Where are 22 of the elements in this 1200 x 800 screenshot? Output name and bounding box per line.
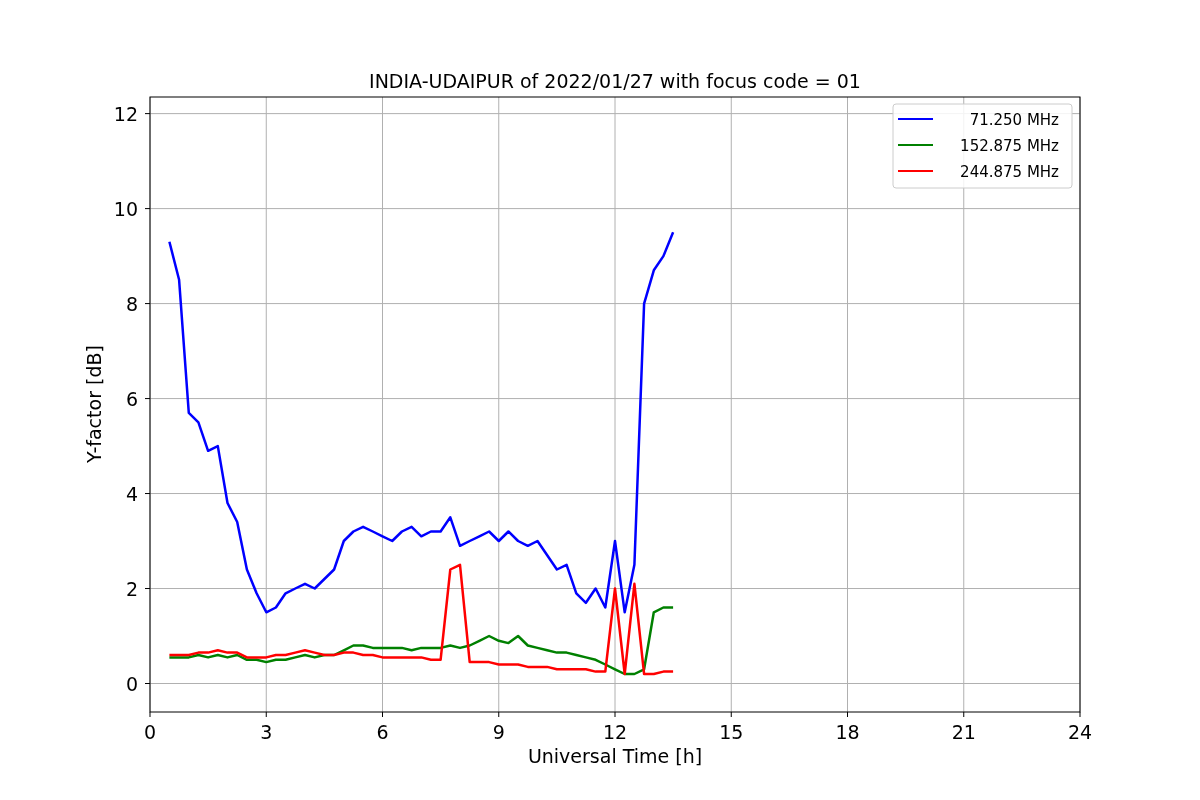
x-axis-label: Universal Time [h] [527, 745, 703, 767]
tick-label: 18 [835, 721, 860, 743]
tick-label: 6 [125, 387, 138, 410]
tick-label: 15 [719, 721, 744, 743]
y-axis-label: Y-factor [dB] [83, 345, 105, 463]
tick-label: 10 [113, 197, 138, 220]
tick-label: 9 [492, 721, 505, 743]
tick-label: 0 [125, 672, 138, 695]
tick-label: 2 [125, 577, 138, 600]
tick-label: 21 [951, 721, 976, 743]
chart-title: INDIA-UDAIPUR of 2022/01/27 with focus code = 01 [369, 70, 861, 92]
tick-label: 6 [376, 721, 389, 743]
tick-label: 4 [125, 482, 138, 505]
tick-label: 12 [602, 721, 628, 743]
tick-label: 0 [143, 721, 157, 743]
legend-label: 244.875 MHz [960, 163, 1059, 181]
tick-label: 8 [125, 292, 138, 315]
tick-label: 24 [1067, 721, 1093, 743]
tick-label: 3 [260, 721, 273, 743]
legend-label: 71.250 MHz [969, 111, 1059, 129]
tick-label: 12 [113, 102, 138, 125]
legend-label: 152.875 MHz [960, 137, 1059, 155]
